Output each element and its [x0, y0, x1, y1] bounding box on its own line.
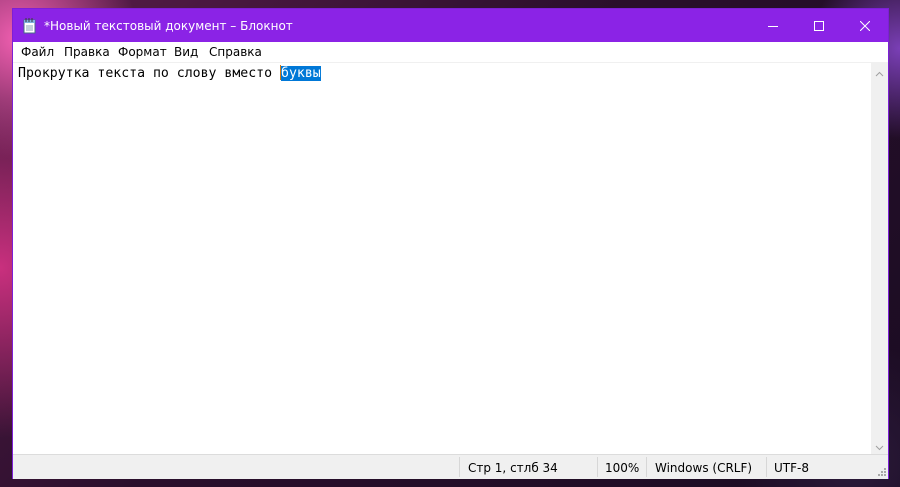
notepad-window: *Новый текстовый документ – Блокнот Файл…	[13, 9, 888, 479]
resize-grip-icon[interactable]	[875, 465, 887, 477]
cursor-position: Стр 1, стлб 34	[468, 461, 558, 475]
status-divider	[459, 457, 460, 477]
notepad-icon	[23, 18, 37, 34]
menu-format[interactable]: Формат	[118, 44, 167, 60]
maximize-button[interactable]	[796, 9, 842, 42]
close-button[interactable]	[842, 9, 888, 42]
text-editor[interactable]: Прокрутка текста по слову вместо буквы	[13, 63, 871, 454]
chevron-up-icon	[875, 62, 884, 81]
status-divider	[597, 457, 598, 477]
menu-view[interactable]: Вид	[174, 44, 198, 60]
line-endings: Windows (CRLF)	[655, 461, 753, 475]
menu-file[interactable]: Файл	[21, 44, 54, 60]
menu-edit[interactable]: Правка	[64, 44, 110, 60]
zoom-level: 100%	[605, 461, 640, 475]
status-divider	[646, 457, 647, 477]
maximize-icon	[814, 16, 824, 35]
window-title: *Новый текстовый документ – Блокнот	[44, 19, 293, 33]
chevron-down-icon	[875, 436, 884, 455]
encoding: UTF-8	[774, 461, 809, 475]
close-icon	[859, 16, 871, 35]
editor-text: Прокрутка текста по слову вместо	[18, 66, 281, 81]
vertical-scrollbar[interactable]	[871, 63, 888, 454]
menu-help[interactable]: Справка	[209, 44, 262, 60]
scroll-down-button[interactable]	[871, 437, 888, 454]
minimize-icon	[768, 16, 778, 35]
status-divider	[766, 457, 767, 477]
menu-bar: Файл Правка Формат Вид Справка	[13, 42, 888, 63]
selected-text: буквы	[281, 66, 321, 81]
scroll-up-button[interactable]	[871, 63, 888, 80]
title-bar[interactable]: *Новый текстовый документ – Блокнот	[13, 9, 888, 42]
minimize-button[interactable]	[750, 9, 796, 42]
editor-line: Прокрутка текста по слову вместо буквы	[18, 65, 321, 82]
status-bar: Стр 1, стлб 34 100% Windows (CRLF) UTF-8	[13, 454, 888, 479]
